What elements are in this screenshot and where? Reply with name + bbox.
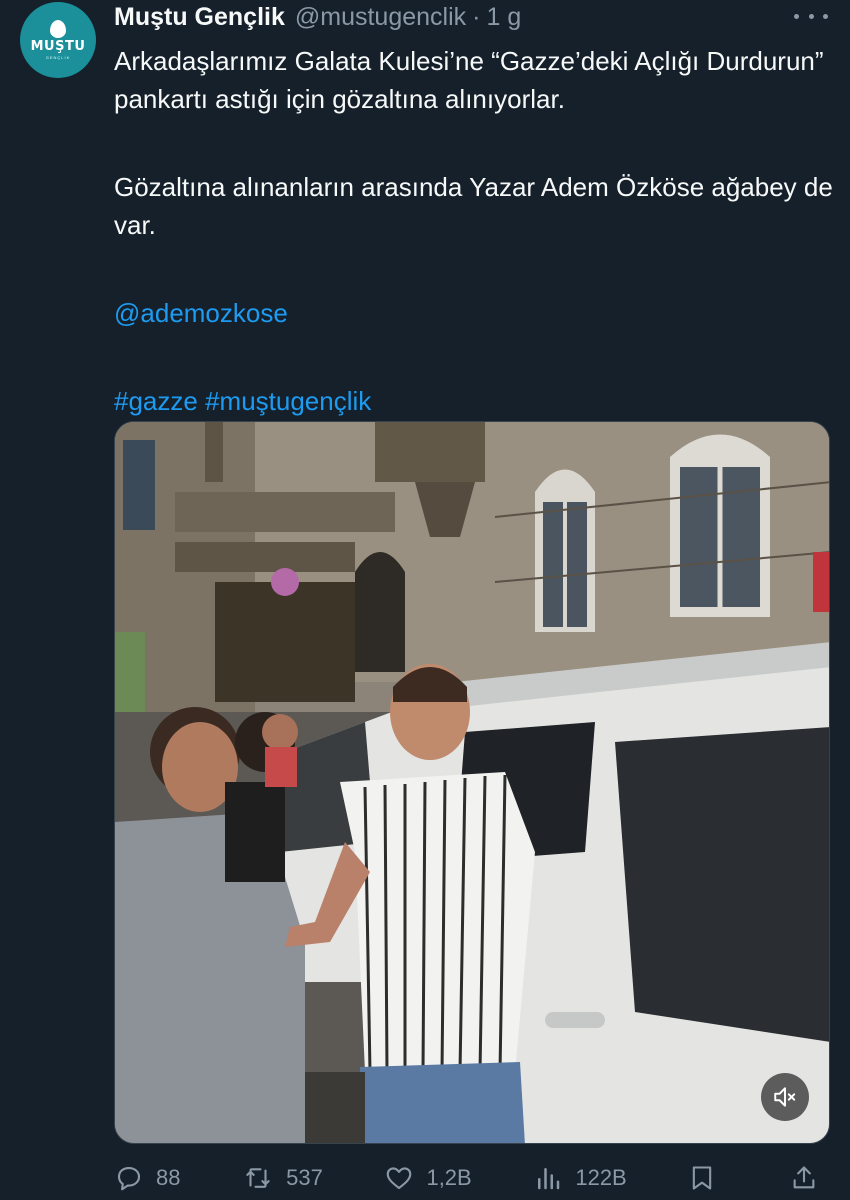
retweet-button[interactable]: 537 <box>242 1163 323 1193</box>
hashtag-link[interactable]: #muştugençlik <box>205 386 371 416</box>
mute-toggle-button[interactable] <box>761 1073 809 1121</box>
reply-count: 88 <box>156 1165 181 1190</box>
avatar[interactable]: MUŞTU GENÇLİK <box>20 2 96 78</box>
views-count: 122B <box>575 1165 627 1190</box>
like-icon <box>387 1167 412 1190</box>
logo-subtext: GENÇLİK <box>45 55 71 60</box>
timestamp[interactable]: 1 g <box>486 3 521 32</box>
more-dot-icon <box>794 13 799 19</box>
more-dot-icon <box>808 13 814 19</box>
action-bar: 88 537 1,2B 122B <box>114 1158 830 1198</box>
display-name[interactable]: Muştu Gençlik <box>114 3 285 32</box>
views-icon <box>538 1168 560 1190</box>
tweet-header: Muştu Gençlik @mustugenclik · 1 g <box>114 2 521 32</box>
retweet-count: 537 <box>286 1165 323 1190</box>
share-icon <box>793 1166 815 1189</box>
user-handle[interactable]: @mustugenclik <box>295 3 466 32</box>
like-button[interactable]: 1,2B <box>384 1163 472 1193</box>
video-frame <box>115 422 829 1143</box>
reply-icon <box>117 1166 141 1191</box>
retweet-icon <box>246 1168 270 1188</box>
reply-button[interactable]: 88 <box>114 1163 180 1193</box>
more-dot-icon <box>823 13 828 19</box>
speaker-muted-icon <box>774 1087 796 1107</box>
tweet: MUŞTU GENÇLİK Muştu Gençlik @mustugencli… <box>0 0 850 1200</box>
tweet-text: Arkadaşlarımız Galata Kulesi’ne “Gazze’d… <box>114 42 834 420</box>
logo-drop-icon <box>50 20 66 38</box>
separator-dot: · <box>472 2 481 31</box>
tweet-text-paragraph-2: Gözaltına alınanların arasında Yazar Ade… <box>114 172 833 240</box>
more-options-button[interactable] <box>794 4 828 28</box>
bookmark-button[interactable] <box>688 1163 728 1193</box>
video-player[interactable] <box>114 421 830 1144</box>
hashtag-link[interactable]: #gazze <box>114 386 198 416</box>
share-button[interactable] <box>790 1163 830 1193</box>
mention-link[interactable]: @ademozkose <box>114 298 288 328</box>
logo-text: MUŞTU <box>30 39 86 54</box>
views-button[interactable]: 122B <box>533 1163 627 1193</box>
tweet-text-paragraph-1: Arkadaşlarımız Galata Kulesi’ne “Gazze’d… <box>114 46 824 114</box>
bookmark-icon <box>693 1166 712 1190</box>
like-count: 1,2B <box>426 1165 472 1190</box>
